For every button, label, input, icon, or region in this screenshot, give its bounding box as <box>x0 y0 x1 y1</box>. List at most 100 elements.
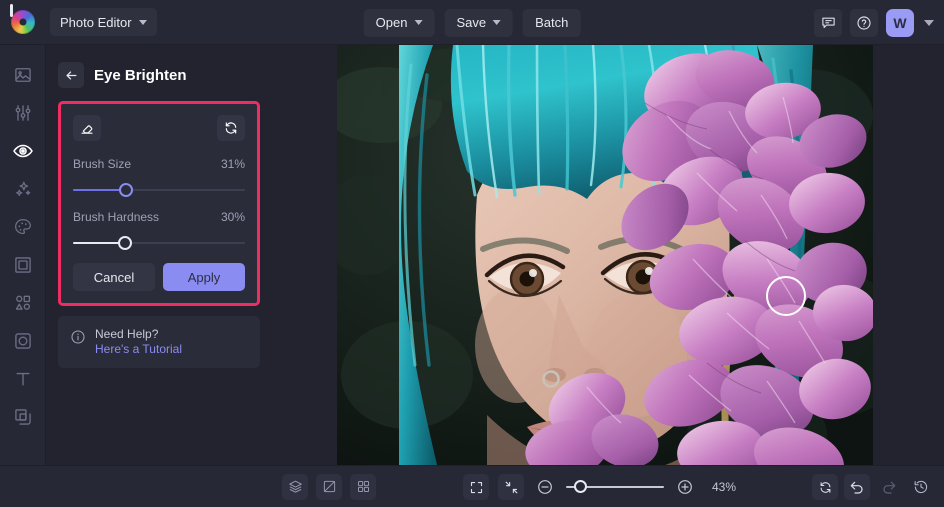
fit-screen-button[interactable] <box>498 474 524 500</box>
photo-editor-app: Photo Editor Open Save Batch W Eye Brigh… <box>0 0 944 507</box>
layers-icon <box>288 480 302 493</box>
left-sidebar <box>0 45 46 465</box>
avatar[interactable]: W <box>886 8 914 37</box>
grid-four-icon <box>357 481 369 492</box>
compare-button[interactable] <box>316 473 342 500</box>
batch-button-label: Batch <box>535 15 569 30</box>
eraser-icon <box>81 125 93 134</box>
batch-button[interactable]: Batch <box>523 8 581 37</box>
open-button[interactable]: Open <box>363 8 435 37</box>
zoom-slider-knob[interactable] <box>574 480 587 493</box>
photo-canvas[interactable] <box>337 45 873 465</box>
sidebar-item-overlays[interactable] <box>3 323 43 359</box>
sidebar-item-edit[interactable] <box>3 95 43 131</box>
brush-size-value: 31% <box>220 157 245 171</box>
app-switcher-menu[interactable]: Photo Editor <box>50 8 157 36</box>
zoom-in-button[interactable] <box>673 475 697 499</box>
collapse-arrows-icon <box>505 481 517 493</box>
comment-icon <box>821 17 835 29</box>
canvas-area[interactable] <box>272 45 944 465</box>
brush-mode-row <box>73 115 245 141</box>
help-text-block: Need Help? Here's a Tutorial <box>95 327 182 357</box>
grid-button[interactable] <box>350 473 376 500</box>
cancel-button-label: Cancel <box>93 269 135 285</box>
sidebar-item-image[interactable] <box>3 57 43 93</box>
frame-icon <box>14 257 31 273</box>
app-switcher-label: Photo Editor <box>60 14 132 30</box>
top-bar-center-actions: Open Save Batch <box>363 0 581 45</box>
brush-hardness-slider[interactable] <box>73 235 245 251</box>
sidebar-item-touch-up[interactable] <box>3 133 43 169</box>
zoom-out-button[interactable] <box>533 475 557 499</box>
editor-body: Eye Brighten Brush Size 31% Brush Hardne… <box>0 45 944 465</box>
eye-brighten-controls: Brush Size 31% Brush Hardness 30% Cancel… <box>58 101 260 306</box>
brush-hardness-label-row: Brush Hardness 30% <box>73 210 245 224</box>
reset-circular-arrows-icon <box>820 481 830 493</box>
compare-split-icon <box>323 480 335 493</box>
sparkles-icon <box>15 181 30 197</box>
zoom-controls: 43% <box>463 466 736 507</box>
sliders-icon <box>15 105 30 121</box>
layers-button[interactable] <box>282 473 308 500</box>
palette-icon <box>14 219 31 235</box>
chevron-down-icon <box>493 20 502 25</box>
minus-circle-icon <box>538 480 552 494</box>
redo-button[interactable] <box>876 474 902 500</box>
brush-size-label: Brush Size <box>73 157 132 171</box>
apply-button-label: Apply <box>187 269 221 285</box>
arrow-left-icon <box>66 70 76 80</box>
image-icon <box>14 68 31 82</box>
help-button[interactable] <box>850 8 878 37</box>
feedback-button[interactable] <box>814 8 842 37</box>
reset-circular-arrows-icon <box>225 122 237 134</box>
sidebar-item-graphics[interactable] <box>3 285 43 321</box>
sidebar-item-effects[interactable] <box>3 171 43 207</box>
sidebar-item-frames[interactable] <box>3 247 43 283</box>
sidebar-item-artsy[interactable] <box>3 209 43 245</box>
brush-hardness-value: 30% <box>220 210 245 224</box>
chevron-down-icon <box>414 20 423 25</box>
action-buttons-row: Cancel Apply <box>73 263 245 291</box>
brush-size-knob[interactable] <box>119 183 134 197</box>
eraser-button[interactable] <box>73 115 101 141</box>
history-button[interactable] <box>908 474 934 500</box>
logo-container[interactable] <box>0 0 46 45</box>
cancel-button[interactable]: Cancel <box>73 263 155 291</box>
info-circle-icon <box>71 330 85 344</box>
brush-size-label-row: Brush Size 31% <box>73 157 245 171</box>
brush-hardness-knob[interactable] <box>117 236 132 250</box>
sidebar-item-layers[interactable] <box>3 399 43 435</box>
fullscreen-button[interactable] <box>463 474 489 500</box>
help-tutorial-link[interactable]: Here's a Tutorial <box>95 342 182 357</box>
brush-size-slider-block: Brush Size 31% <box>73 157 245 198</box>
tool-panel: Eye Brighten Brush Size 31% Brush Hardne… <box>46 45 272 465</box>
brush-hardness-slider-block: Brush Hardness 30% <box>73 210 245 251</box>
undo-arrow-icon <box>850 481 863 494</box>
apply-button[interactable]: Apply <box>163 263 245 291</box>
edited-photo <box>337 45 873 465</box>
undo-button[interactable] <box>844 474 870 500</box>
redo-arrow-icon <box>883 481 896 494</box>
bottom-bar: 43% <box>0 465 944 507</box>
avatar-initial: W <box>893 14 907 31</box>
open-button-label: Open <box>375 15 408 30</box>
befunky-logo <box>10 4 35 34</box>
help-tutorial-card[interactable]: Need Help? Here's a Tutorial <box>58 316 260 368</box>
top-bar: Photo Editor Open Save Batch W <box>0 0 944 45</box>
help-heading: Need Help? <box>95 327 159 341</box>
tool-panel-header: Eye Brighten <box>58 55 260 95</box>
chevron-down-icon <box>138 19 147 25</box>
page-title: Eye Brighten <box>94 66 187 84</box>
sidebar-item-text[interactable] <box>3 361 43 397</box>
reset-button[interactable] <box>812 474 838 500</box>
top-bar-right-actions: W <box>814 0 934 45</box>
brush-size-slider[interactable] <box>73 182 245 198</box>
shapes-icon <box>15 295 30 310</box>
save-button[interactable]: Save <box>444 8 514 37</box>
zoom-slider[interactable] <box>566 479 664 495</box>
reset-button[interactable] <box>217 115 245 141</box>
account-chevron-down-icon[interactable] <box>924 19 934 26</box>
back-button[interactable] <box>58 62 84 88</box>
brush-hardness-label: Brush Hardness <box>73 210 160 224</box>
bottom-right-tools <box>812 466 934 507</box>
